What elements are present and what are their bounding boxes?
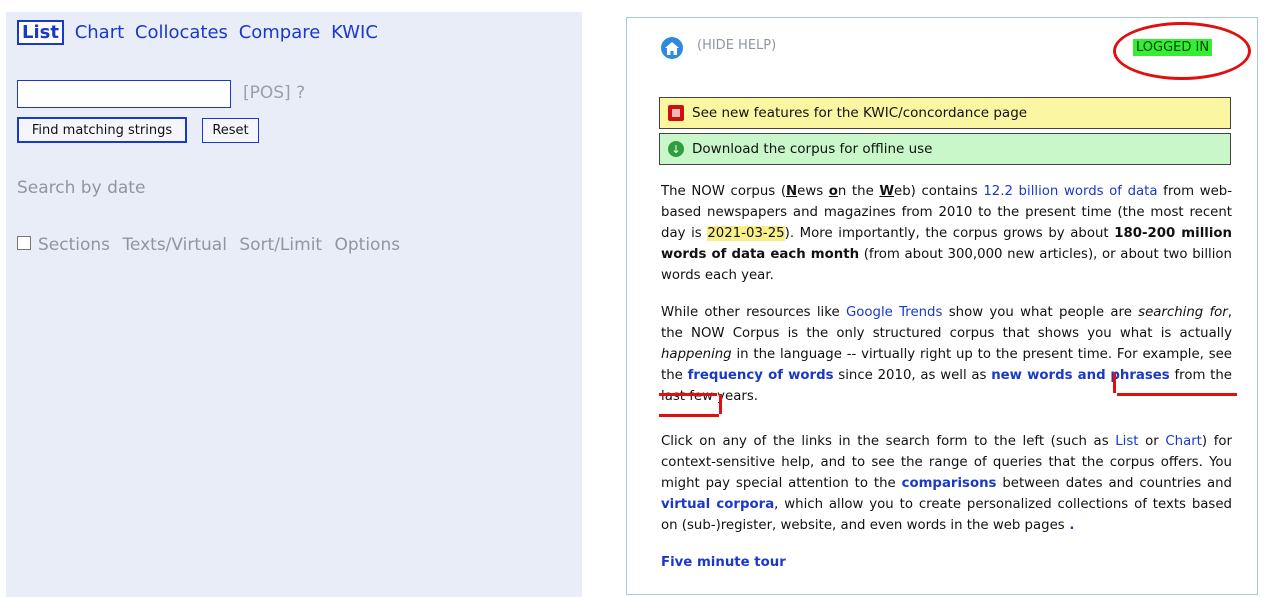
five-minute-tour-link[interactable]: Five minute tour — [661, 555, 786, 570]
texts-virtual-link[interactable]: Texts/Virtual — [122, 235, 227, 255]
virtual-corpora-link[interactable]: virtual corpora — [661, 497, 774, 512]
annotation-bracket — [1113, 373, 1116, 393]
annotation-bracket — [719, 394, 722, 414]
tab-chart[interactable]: Chart — [75, 22, 124, 43]
search-by-date-link[interactable]: Search by date — [17, 178, 145, 198]
billion-words-link[interactable]: 12.2 billion words of data — [983, 184, 1157, 199]
annotation-underline — [1117, 393, 1237, 396]
annotation-oval — [1113, 22, 1251, 80]
frequency-of-words-link[interactable]: frequency of words — [688, 368, 834, 383]
pos-link[interactable]: [POS] ? — [243, 83, 305, 103]
intro-paragraph: The NOW corpus (News on the Web) contain… — [661, 184, 1232, 283]
sections-link[interactable]: Sections — [38, 235, 110, 255]
search-input[interactable] — [17, 80, 231, 108]
google-trends-link[interactable]: Google Trends — [846, 305, 943, 320]
sections-checkbox[interactable] — [17, 236, 31, 250]
reset-button[interactable]: Reset — [202, 118, 259, 143]
search-form-panel: List Chart Collocates Compare KWIC [POS]… — [6, 12, 582, 597]
period-link[interactable]: . — [1065, 518, 1074, 533]
new-words-link[interactable]: new words and — [991, 368, 1105, 383]
tab-collocates[interactable]: Collocates — [135, 22, 228, 43]
new-features-banner[interactable]: See new features for the KWIC/concordanc… — [659, 97, 1231, 129]
options-link[interactable]: Options — [334, 235, 400, 255]
hide-help-link[interactable]: (HIDE HELP) — [697, 38, 776, 53]
help-panel: (HIDE HELP) LOGGED IN See new features f… — [626, 17, 1258, 595]
new-words-link-cont[interactable]: phrases — [1110, 368, 1169, 383]
trends-paragraph: While other resources like Google Trends… — [661, 305, 1232, 404]
search-tabs: List Chart Collocates Compare KWIC — [17, 20, 383, 45]
find-matching-strings-button[interactable]: Find matching strings — [17, 117, 187, 143]
download-icon: ↓ — [668, 141, 684, 157]
home-icon[interactable] — [661, 37, 683, 59]
pdf-icon — [668, 105, 684, 121]
download-banner[interactable]: ↓ Download the corpus for offline use — [659, 133, 1231, 165]
tab-kwic[interactable]: KWIC — [331, 22, 378, 43]
help-paragraph: Click on any of the links in the search … — [661, 434, 1232, 533]
download-link[interactable]: Download the corpus for offline use — [692, 141, 933, 157]
annotation-underline — [659, 414, 719, 417]
tab-compare[interactable]: Compare — [239, 22, 321, 43]
new-features-link[interactable]: See new features for the KWIC/concordanc… — [692, 105, 1027, 121]
latest-date: 2021-03-25 — [707, 226, 785, 241]
annotation-underline — [659, 393, 717, 396]
sort-limit-link[interactable]: Sort/Limit — [239, 235, 322, 255]
chart-help-link[interactable]: Chart — [1165, 434, 1202, 449]
comparisons-link[interactable]: comparisons — [902, 476, 997, 491]
tab-list[interactable]: List — [17, 20, 64, 45]
list-help-link[interactable]: List — [1115, 434, 1138, 449]
options-row: Sections Texts/Virtual Sort/Limit Option… — [17, 235, 407, 255]
